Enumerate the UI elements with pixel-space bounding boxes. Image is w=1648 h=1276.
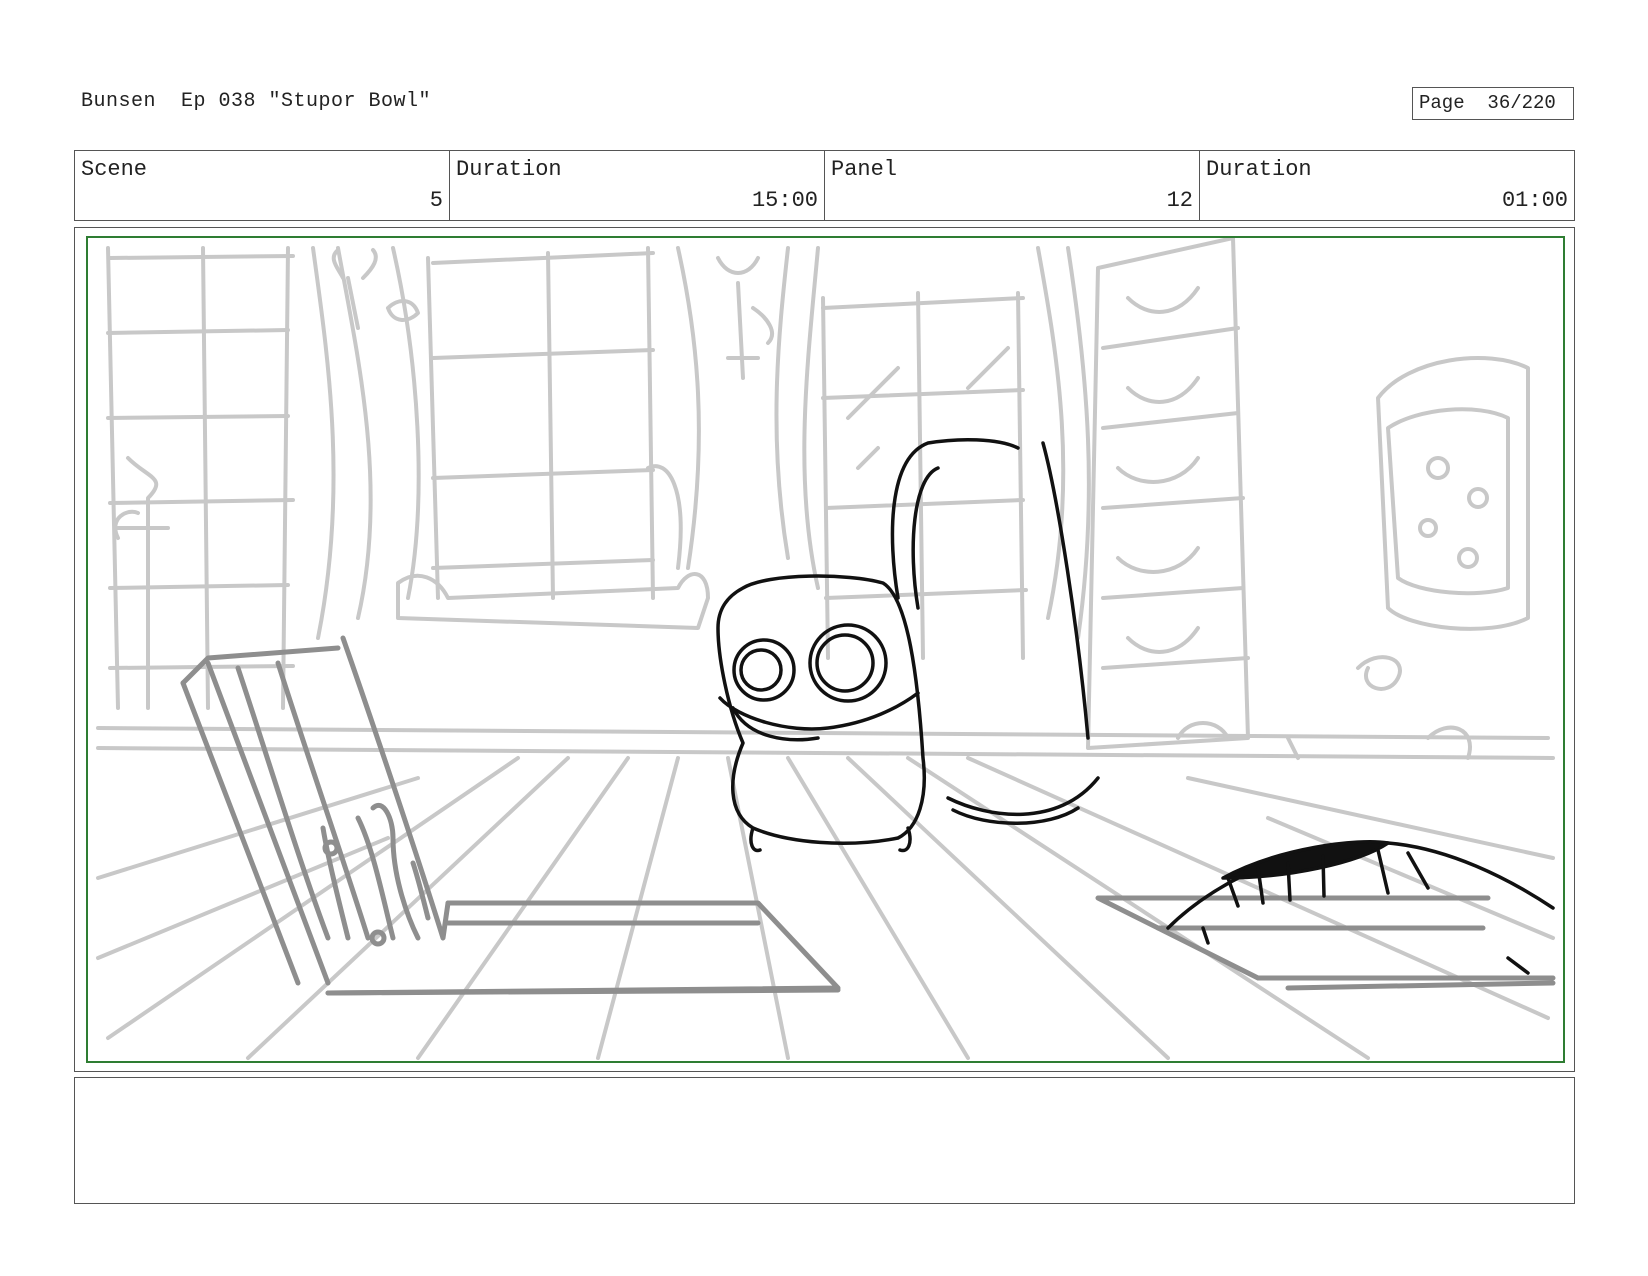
storyboard-drawing-area bbox=[86, 236, 1565, 1063]
scene-duration-cell: Duration 15:00 bbox=[450, 151, 825, 220]
panel-label: Panel bbox=[831, 157, 898, 182]
panel-value: 12 bbox=[1166, 188, 1193, 213]
panel-notes-box bbox=[74, 1077, 1575, 1204]
panel-duration-cell: Duration 01:00 bbox=[1200, 151, 1574, 220]
scene-value: 5 bbox=[429, 188, 443, 213]
episode-title: Bunsen Ep 038 "Stupor Bowl" bbox=[81, 90, 432, 113]
storyboard-sketch bbox=[96, 238, 1556, 1060]
scene-cell: Scene 5 bbox=[75, 151, 450, 220]
page-counter: Page 36/220 bbox=[1412, 87, 1574, 120]
panel-duration-label: Duration bbox=[1206, 157, 1312, 182]
storyboard-panel-frame bbox=[74, 227, 1575, 1072]
scene-label: Scene bbox=[81, 157, 148, 182]
panel-info-row: Scene 5 Duration 15:00 Panel 12 Duration… bbox=[74, 150, 1575, 221]
foreground-props-sketch bbox=[180, 635, 1556, 996]
panel-duration-value: 01:00 bbox=[1501, 188, 1568, 213]
scene-duration-label: Duration bbox=[456, 157, 562, 182]
scene-duration-value: 15:00 bbox=[751, 188, 818, 213]
panel-cell: Panel 12 bbox=[825, 151, 1200, 220]
